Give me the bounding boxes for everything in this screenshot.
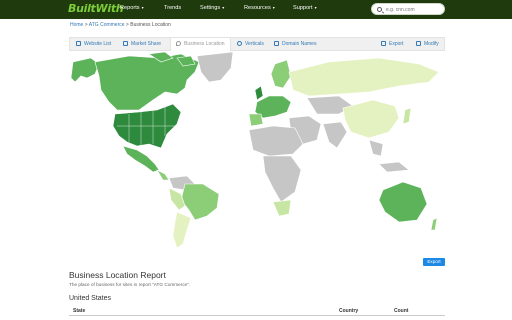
edit-icon bbox=[416, 41, 421, 46]
tab-verticals-label: Verticals bbox=[245, 41, 264, 47]
map-region-mexico[interactable] bbox=[122, 145, 160, 173]
nav-reports-label: Reports bbox=[120, 5, 140, 11]
map-region-north-africa[interactable] bbox=[248, 125, 304, 157]
server-icon bbox=[274, 41, 279, 46]
map-region-australia[interactable] bbox=[378, 181, 428, 223]
tab-business-location-label: Business Location bbox=[184, 41, 225, 47]
search-input[interactable] bbox=[386, 5, 442, 14]
nav-settings[interactable]: Settings ▾ bbox=[200, 5, 224, 11]
tab-market-share[interactable]: Market Share bbox=[123, 41, 161, 47]
export-button[interactable]: Export bbox=[423, 258, 445, 266]
breadcrumb-atg-commerce[interactable]: ATG Commerce bbox=[89, 22, 125, 28]
map-region-peru[interactable] bbox=[168, 187, 186, 211]
tab-verticals[interactable]: Verticals bbox=[237, 41, 264, 47]
tab-website-list[interactable]: Website List bbox=[76, 41, 111, 47]
map-region-alaska[interactable] bbox=[70, 57, 100, 83]
breadcrumb-current: Business Location bbox=[130, 22, 171, 28]
download-icon bbox=[381, 41, 386, 46]
map-region-central-america[interactable] bbox=[156, 169, 170, 181]
world-choropleth-map[interactable] bbox=[69, 52, 445, 252]
chevron-down-icon: ▾ bbox=[314, 5, 317, 10]
tab-modify-label: Modify bbox=[424, 41, 439, 47]
nav-support-label: Support bbox=[293, 5, 313, 11]
breadcrumb: Home > ATG Commerce > Business Location bbox=[70, 22, 171, 28]
top-navigation-bar: BuiltWith Reports ▾ Trends Settings ▾ Reso… bbox=[0, 0, 512, 19]
pie-chart-icon bbox=[237, 41, 242, 46]
builtwith-logo[interactable]: BuiltWith bbox=[68, 2, 124, 15]
tab-website-list-label: Website List bbox=[84, 41, 112, 47]
breadcrumb-home[interactable]: Home bbox=[70, 22, 83, 28]
map-region-iberia[interactable] bbox=[248, 113, 264, 127]
map-region-uk[interactable] bbox=[254, 85, 264, 101]
column-header-country[interactable]: Country bbox=[339, 308, 358, 314]
map-region-india[interactable] bbox=[322, 121, 348, 149]
nav-trends[interactable]: Trends bbox=[164, 5, 181, 11]
chevron-down-icon: ▾ bbox=[222, 5, 225, 10]
map-region-south-africa[interactable] bbox=[272, 199, 292, 217]
tab-modify[interactable]: Modify bbox=[416, 41, 439, 47]
nav-settings-label: Settings bbox=[200, 5, 221, 11]
column-header-state[interactable]: State bbox=[73, 308, 85, 314]
map-region-argentina-chile[interactable] bbox=[172, 211, 192, 249]
tab-export-label: Export bbox=[389, 41, 404, 47]
search-box bbox=[371, 3, 445, 15]
report-subtitle: The place of business for sites in repor… bbox=[69, 282, 191, 287]
map-region-brazil[interactable] bbox=[180, 183, 220, 221]
nav-reports[interactable]: Reports ▾ bbox=[120, 5, 144, 11]
location-table-header: State Country Count bbox=[69, 306, 445, 316]
bar-chart-icon bbox=[123, 41, 128, 46]
map-region-russia[interactable] bbox=[288, 57, 440, 97]
map-region-central-africa[interactable] bbox=[262, 155, 302, 203]
search-icon[interactable] bbox=[377, 6, 382, 12]
tab-business-location[interactable]: Business Location bbox=[170, 37, 231, 51]
map-marker-icon bbox=[176, 41, 181, 46]
tab-domain-names[interactable]: Domain Names bbox=[274, 41, 316, 47]
chevron-down-icon: ▾ bbox=[141, 5, 144, 10]
tab-domain-names-label: Domain Names bbox=[282, 41, 317, 47]
map-region-china[interactable] bbox=[342, 99, 400, 139]
map-region-scandinavia[interactable] bbox=[270, 59, 292, 89]
map-region-greenland[interactable] bbox=[196, 52, 234, 83]
nav-resources[interactable]: Resources ▾ bbox=[244, 5, 275, 11]
map-region-new-zealand[interactable] bbox=[430, 217, 438, 231]
map-region-southeast-asia[interactable] bbox=[368, 139, 410, 173]
tab-market-share-label: Market Share bbox=[131, 41, 162, 47]
report-title: Business Location Report bbox=[69, 270, 166, 280]
map-region-japan[interactable] bbox=[402, 107, 412, 125]
tab-export[interactable]: Export bbox=[381, 41, 403, 47]
nav-support[interactable]: Support ▾ bbox=[293, 5, 317, 11]
nav-trends-label: Trends bbox=[164, 5, 182, 11]
chevron-down-icon: ▾ bbox=[272, 5, 275, 10]
nav-resources-label: Resources bbox=[244, 5, 271, 11]
report-tab-bar: Website List Market Share Business Locat… bbox=[69, 37, 445, 51]
list-icon bbox=[76, 41, 81, 46]
column-header-count[interactable]: Count bbox=[394, 308, 408, 314]
country-section-title: United States bbox=[69, 295, 112, 302]
